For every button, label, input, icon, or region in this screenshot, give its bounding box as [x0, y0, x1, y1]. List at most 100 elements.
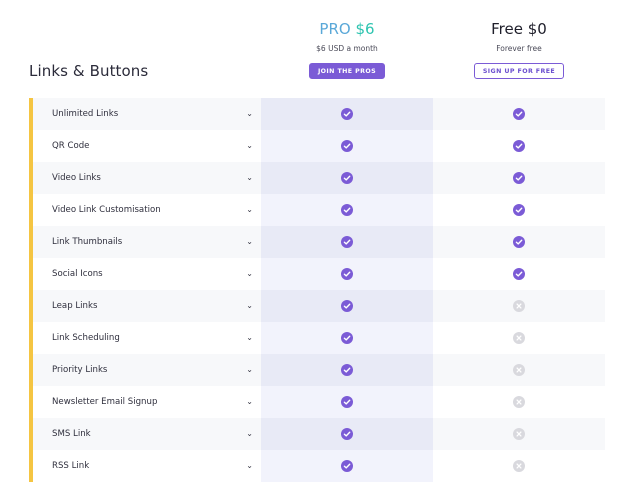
feature-label: Link Thumbnails: [52, 237, 123, 247]
join-pro-button[interactable]: JOIN THE PROS: [308, 63, 386, 79]
feature-label: Leap Links: [52, 301, 98, 311]
check-circle-icon: [341, 108, 353, 120]
plan-free-header: Free $0 Forever free SIGN UP FOR FREE: [433, 18, 605, 79]
check-circle-icon: [513, 140, 525, 152]
feature-label: RSS Link: [52, 461, 90, 471]
check-circle-icon: [513, 268, 525, 280]
free-cell: [433, 162, 605, 194]
check-circle-icon: [513, 108, 525, 120]
check-circle-icon: [341, 428, 353, 440]
table-row: Link Scheduling ⌄: [29, 322, 605, 354]
plan-pro-title: PRO $6: [261, 18, 433, 40]
check-circle-icon: [341, 396, 353, 408]
feature-label: Social Icons: [52, 269, 103, 279]
feature-label: Link Scheduling: [52, 333, 120, 343]
feature-expander[interactable]: Link Thumbnails ⌄: [29, 226, 261, 258]
plan-free-title: Free $0: [433, 18, 605, 40]
feature-expander[interactable]: RSS Link ⌄: [29, 450, 261, 482]
feature-rows: Unlimited Links ⌄ QR Code ⌄ Video Links ⌄ Vide…: [29, 98, 605, 482]
free-cell: [433, 98, 605, 130]
pro-cell: [261, 162, 433, 194]
plan-free-name: Free: [491, 20, 523, 38]
chevron-down-icon[interactable]: ⌄: [246, 238, 253, 246]
sign-up-free-button[interactable]: SIGN UP FOR FREE: [473, 63, 565, 79]
free-cell: [433, 226, 605, 258]
chevron-down-icon[interactable]: ⌄: [246, 142, 253, 150]
table-row: RSS Link ⌄: [29, 450, 605, 482]
chevron-down-icon[interactable]: ⌄: [246, 110, 253, 118]
chevron-down-icon[interactable]: ⌄: [246, 302, 253, 310]
plan-free-price: $0: [527, 20, 547, 38]
feature-expander[interactable]: Priority Links ⌄: [29, 354, 261, 386]
free-cell: [433, 354, 605, 386]
feature-expander[interactable]: Video Links ⌄: [29, 162, 261, 194]
chevron-down-icon[interactable]: ⌄: [246, 366, 253, 374]
free-cell: [433, 194, 605, 226]
cross-circle-icon: [513, 428, 525, 440]
pro-cell: [261, 130, 433, 162]
cross-circle-icon: [513, 332, 525, 344]
table-row: Video Links ⌄: [29, 162, 605, 194]
table-row: Priority Links ⌄: [29, 354, 605, 386]
plan-pro-header: PRO $6 $6 USD a month JOIN THE PROS: [261, 18, 433, 79]
feature-label: SMS Link: [52, 429, 91, 439]
chevron-down-icon[interactable]: ⌄: [246, 174, 253, 182]
table-row: Newsletter Email Signup ⌄: [29, 386, 605, 418]
check-circle-icon: [341, 268, 353, 280]
table-row: QR Code ⌄: [29, 130, 605, 162]
feature-expander[interactable]: Unlimited Links ⌄: [29, 98, 261, 130]
chevron-down-icon[interactable]: ⌄: [246, 430, 253, 438]
feature-expander[interactable]: Video Link Customisation ⌄: [29, 194, 261, 226]
pro-cell: [261, 98, 433, 130]
feature-expander[interactable]: Social Icons ⌄: [29, 258, 261, 290]
feature-expander[interactable]: Leap Links ⌄: [29, 290, 261, 322]
table-row: Unlimited Links ⌄: [29, 98, 605, 130]
plan-free-subtitle: Forever free: [496, 44, 542, 53]
feature-expander[interactable]: Link Scheduling ⌄: [29, 322, 261, 354]
pro-cell: [261, 418, 433, 450]
plan-pro-name: PRO: [319, 20, 351, 38]
table-row: Social Icons ⌄: [29, 258, 605, 290]
table-row: Link Thumbnails ⌄: [29, 226, 605, 258]
chevron-down-icon[interactable]: ⌄: [246, 462, 253, 470]
check-circle-icon: [341, 364, 353, 376]
cross-circle-icon: [513, 460, 525, 472]
pro-cell: [261, 450, 433, 482]
chevron-down-icon[interactable]: ⌄: [246, 270, 253, 278]
check-circle-icon: [341, 236, 353, 248]
chevron-down-icon[interactable]: ⌄: [246, 334, 253, 342]
free-cell: [433, 386, 605, 418]
free-cell: [433, 322, 605, 354]
section-accent-bar: [29, 98, 33, 482]
cross-circle-icon: [513, 364, 525, 376]
feature-label: QR Code: [52, 141, 90, 151]
chevron-down-icon[interactable]: ⌄: [246, 398, 253, 406]
check-circle-icon: [341, 460, 353, 472]
table-row: Video Link Customisation ⌄: [29, 194, 605, 226]
feature-label: Video Links: [52, 173, 101, 183]
pro-cell: [261, 386, 433, 418]
free-cell: [433, 418, 605, 450]
feature-expander[interactable]: Newsletter Email Signup ⌄: [29, 386, 261, 418]
check-circle-icon: [513, 204, 525, 216]
pro-cell: [261, 290, 433, 322]
free-cell: [433, 450, 605, 482]
plan-pro-subtitle: $6 USD a month: [316, 44, 378, 53]
pro-cell: [261, 226, 433, 258]
feature-label: Video Link Customisation: [52, 205, 161, 215]
table-row: Leap Links ⌄: [29, 290, 605, 322]
pro-cell: [261, 258, 433, 290]
cross-circle-icon: [513, 396, 525, 408]
pro-cell: [261, 194, 433, 226]
feature-label: Unlimited Links: [52, 109, 119, 119]
check-circle-icon: [341, 300, 353, 312]
chevron-down-icon[interactable]: ⌄: [246, 206, 253, 214]
free-cell: [433, 130, 605, 162]
check-circle-icon: [341, 204, 353, 216]
feature-expander[interactable]: QR Code ⌄: [29, 130, 261, 162]
feature-expander[interactable]: SMS Link ⌄: [29, 418, 261, 450]
plan-pro-price: $6: [355, 20, 375, 38]
pro-cell: [261, 354, 433, 386]
section-title: Links & Buttons: [29, 62, 149, 80]
cross-circle-icon: [513, 300, 525, 312]
